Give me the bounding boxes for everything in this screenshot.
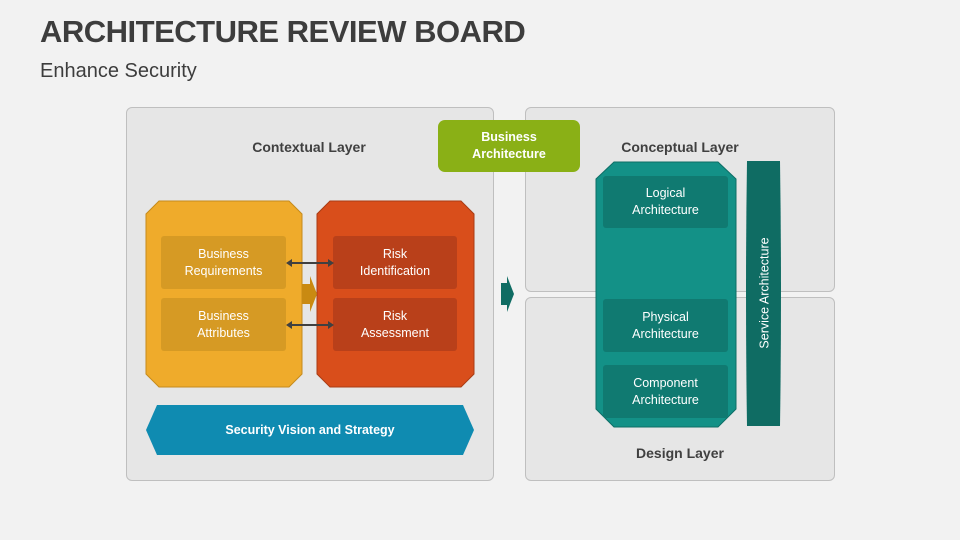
risk-assessment-label: Risk Assessment	[360, 308, 430, 340]
risk-identification-label: Risk Identification	[359, 246, 431, 278]
business-architecture-label: Business Architecture	[472, 130, 546, 161]
page-subtitle: Enhance Security	[40, 60, 197, 82]
physical-architecture-card: Physical Architecture	[603, 299, 728, 352]
contextual-layer-label: Contextual Layer	[252, 139, 366, 155]
component-architecture-label: Component Architecture	[632, 375, 699, 407]
business-box	[145, 200, 303, 388]
physical-architecture-label: Physical Architecture	[632, 309, 699, 341]
business-architecture-box: Business Architecture	[438, 120, 580, 172]
business-attributes-label: Business Attributes	[197, 308, 250, 340]
business-attributes-card: Business Attributes	[161, 298, 286, 351]
risk-assessment-card: Risk Assessment	[333, 298, 457, 351]
security-vision-label: Security Vision and Strategy	[225, 422, 395, 437]
service-architecture-label: Service Architecture	[757, 237, 771, 349]
page-title: ARCHITECTURE REVIEW BOARD	[40, 14, 526, 49]
right-arrow-icon	[302, 276, 317, 312]
risk-identification-card: Risk Identification	[333, 236, 457, 289]
logical-architecture-label: Logical Architecture	[632, 186, 699, 217]
conceptual-layer-label: Conceptual Layer	[621, 139, 739, 155]
logical-architecture-card: Logical Architecture	[603, 176, 728, 228]
double-arrow-icon	[286, 321, 334, 329]
business-requirements-card: Business Requirements	[161, 236, 286, 289]
risk-box	[316, 200, 475, 388]
component-architecture-card: Component Architecture	[603, 365, 728, 418]
business-requirements-label: Business Requirements	[184, 246, 263, 278]
right-arrow-icon	[501, 276, 514, 312]
double-arrow-icon	[286, 259, 334, 267]
design-layer-label: Design Layer	[636, 445, 724, 461]
